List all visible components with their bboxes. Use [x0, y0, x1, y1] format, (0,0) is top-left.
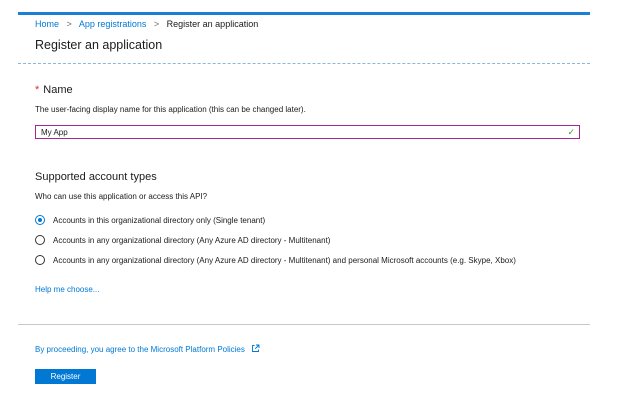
breadcrumb-separator: >: [153, 19, 160, 29]
name-input[interactable]: [36, 126, 579, 138]
external-link-icon: [251, 344, 260, 355]
help-me-choose-link[interactable]: Help me choose...: [35, 285, 99, 294]
account-types-question: Who can use this application or access t…: [35, 192, 208, 201]
radio-button[interactable]: [35, 255, 45, 265]
radio-multitenant-personal[interactable]: Accounts in any organizational directory…: [35, 254, 516, 266]
platform-policies-text: By proceeding, you agree to the Microsof…: [35, 345, 245, 354]
radio-single-tenant[interactable]: Accounts in this organizational director…: [35, 214, 265, 226]
radio-button[interactable]: [35, 235, 45, 245]
breadcrumb-current: Register an application: [166, 19, 259, 29]
footer-divider: [18, 324, 590, 325]
radio-label: Accounts in any organizational directory…: [53, 255, 516, 265]
breadcrumb-separator: >: [66, 19, 72, 29]
account-types-heading: Supported account types: [35, 171, 157, 183]
radio-button-selected[interactable]: [35, 215, 45, 225]
breadcrumb-home-link[interactable]: Home: [35, 19, 59, 29]
header-divider: [18, 63, 590, 64]
check-icon: ✓: [567, 127, 575, 137]
radio-label: Accounts in this organizational director…: [53, 215, 266, 225]
name-label: * Name: [35, 84, 73, 96]
breadcrumb-app-registrations-link[interactable]: App registrations: [79, 19, 147, 29]
platform-policies-link[interactable]: By proceeding, you agree to the Microsof…: [35, 344, 260, 355]
name-label-text: Name: [43, 84, 73, 96]
radio-label: Accounts in any organizational directory…: [53, 235, 331, 245]
register-button[interactable]: Register: [35, 369, 96, 384]
radio-multitenant[interactable]: Accounts in any organizational directory…: [35, 234, 330, 246]
top-accent-bar: [18, 12, 590, 15]
name-helper-text: The user-facing display name for this ap…: [35, 105, 306, 114]
name-field: ✓: [35, 125, 580, 139]
breadcrumb: Home > App registrations > Register an a…: [35, 19, 258, 29]
required-marker: *: [35, 84, 40, 96]
page-title: Register an application: [35, 38, 163, 52]
